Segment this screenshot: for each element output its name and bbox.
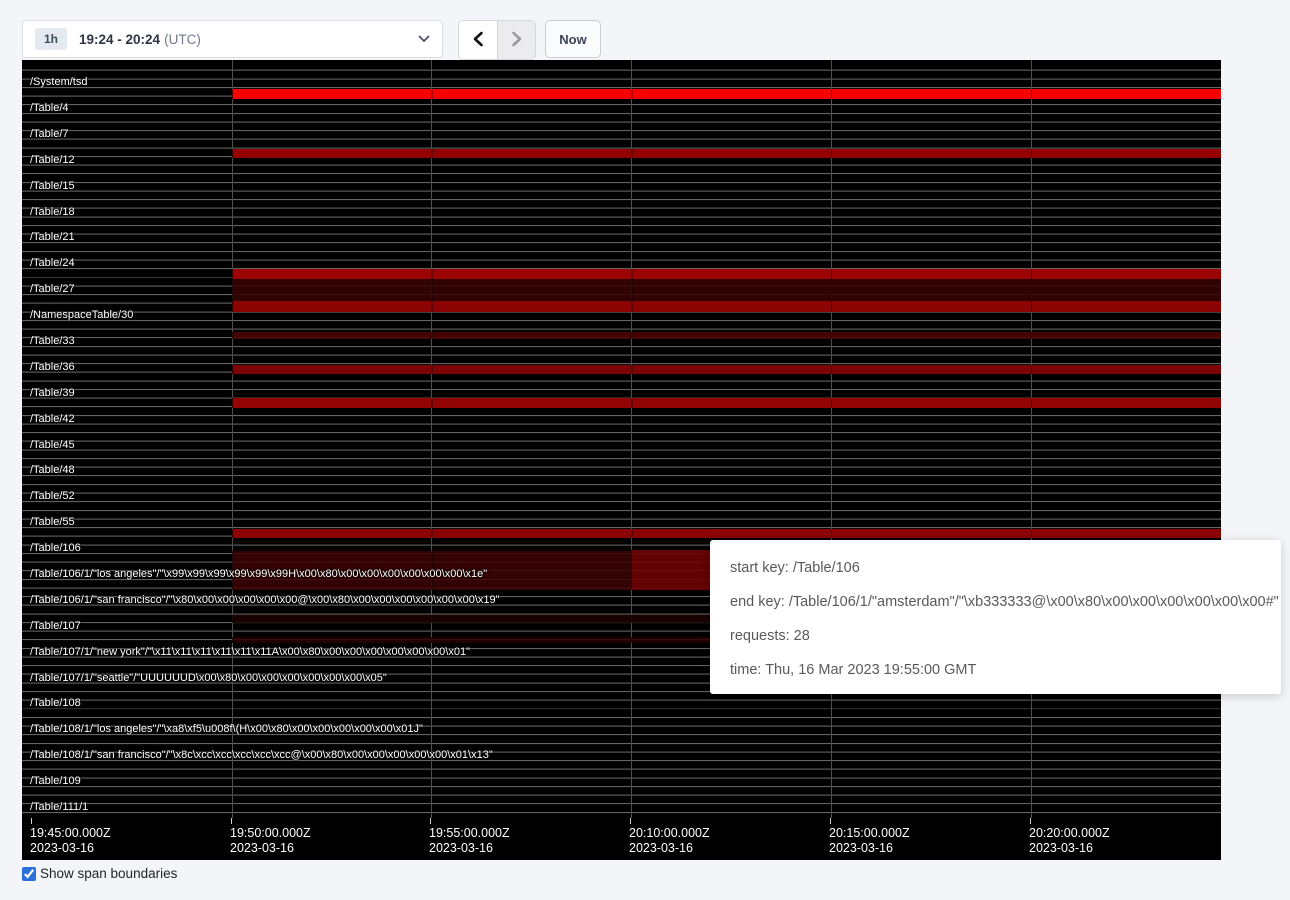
next-range-button[interactable] [497, 21, 535, 59]
time-range-dropdown[interactable]: 1h 19:24 - 20:24 (UTC) [22, 20, 443, 58]
column-gridline [1031, 60, 1032, 818]
time-range-preset-badge: 1h [35, 28, 67, 50]
time-nav-group [458, 20, 536, 60]
x-axis-label: 19:50:00.000Z2023-03-16 [230, 826, 311, 856]
chevron-left-icon [471, 31, 485, 50]
x-axis-time: 20:15:00.000Z [829, 826, 910, 841]
span-label: /Table/21 [30, 231, 75, 243]
heat-band[interactable] [232, 301, 1221, 312]
show-span-boundaries-checkbox[interactable] [22, 867, 36, 881]
x-axis-label: 19:45:00.000Z2023-03-16 [30, 826, 111, 856]
heat-band[interactable] [232, 149, 1221, 158]
x-axis-date: 2023-03-16 [829, 841, 910, 856]
x-axis-time: 19:50:00.000Z [230, 826, 311, 841]
heatmap-chart-area[interactable]: /System/tsd/Table/4/Table/7/Table/12/Tab… [22, 60, 1221, 818]
span-label: /Table/107 [30, 620, 81, 632]
heat-band[interactable] [232, 89, 1221, 99]
x-axis-date: 2023-03-16 [230, 841, 311, 856]
key-visualizer-heatmap[interactable]: /System/tsd/Table/4/Table/7/Table/12/Tab… [22, 60, 1221, 860]
span-label: /Table/12 [30, 154, 75, 166]
x-axis-date: 2023-03-16 [629, 841, 710, 856]
tooltip-line: time: Thu, 16 Mar 2023 19:55:00 GMT [730, 653, 1261, 687]
x-axis-label: 20:20:00.000Z2023-03-16 [1029, 826, 1110, 856]
chevron-down-icon [418, 35, 430, 43]
show-span-boundaries-control[interactable]: Show span boundaries [22, 866, 177, 881]
tooltip-line: requests: 28 [730, 619, 1261, 653]
x-axis-tick-mark [830, 818, 831, 824]
toolbar: 1h 19:24 - 20:24 (UTC) Now [0, 0, 1290, 60]
span-label: /Table/39 [30, 387, 75, 399]
x-axis: 19:45:00.000Z2023-03-1619:50:00.000Z2023… [22, 818, 1221, 860]
x-axis-date: 2023-03-16 [1029, 841, 1110, 856]
span-label: /Table/48 [30, 464, 75, 476]
span-label: /NamespaceTable/30 [30, 309, 133, 321]
span-label: /System/tsd [30, 76, 87, 88]
prev-range-button[interactable] [459, 21, 497, 59]
span-label: /Table/111/1 [30, 801, 88, 813]
span-label: /Table/106/1/"los angeles"/"\x99\x99\x99… [30, 568, 487, 580]
show-span-boundaries-label: Show span boundaries [40, 866, 177, 881]
span-label: /Table/106 [30, 542, 81, 554]
span-label: /Table/4 [30, 102, 69, 114]
x-axis-date: 2023-03-16 [429, 841, 510, 856]
span-label: /Table/107/1/"seattle"/"UUUUUUD\x00\x80\… [30, 672, 387, 684]
heat-band[interactable] [232, 365, 1221, 374]
x-axis-tick-mark [630, 818, 631, 824]
time-range-text: 19:24 - 20:24 [79, 32, 160, 47]
x-axis-tick-mark [31, 818, 32, 824]
x-axis-tick-mark [1030, 818, 1031, 824]
x-axis-label: 19:55:00.000Z2023-03-16 [429, 826, 510, 856]
span-label: /Table/108/1/"san francisco"/"\x8c\xcc\x… [30, 749, 493, 761]
column-gridline [232, 60, 233, 818]
span-label: /Table/33 [30, 335, 75, 347]
column-gridline [631, 60, 632, 818]
x-axis-tick-mark [231, 818, 232, 824]
span-label: /Table/42 [30, 413, 75, 425]
x-axis-time: 20:10:00.000Z [629, 826, 710, 841]
span-label: /Table/45 [30, 439, 75, 451]
span-label: /Table/18 [30, 206, 75, 218]
time-range-zone: (UTC) [164, 32, 201, 47]
span-label: /Table/36 [30, 361, 75, 373]
tooltip-line: end key: /Table/106/1/"amsterdam"/"\xb33… [730, 585, 1261, 619]
x-axis-label: 20:10:00.000Z2023-03-16 [629, 826, 710, 856]
now-button[interactable]: Now [545, 20, 601, 58]
span-label: /Table/109 [30, 775, 81, 787]
heat-band[interactable] [232, 279, 1221, 301]
x-axis-time: 19:55:00.000Z [429, 826, 510, 841]
heat-band[interactable] [232, 269, 1221, 279]
span-label: /Table/108/1/"los angeles"/"\xa8\xf5\u00… [30, 723, 423, 735]
span-tooltip: start key: /Table/106end key: /Table/106… [710, 540, 1281, 694]
span-label: /Table/7 [30, 128, 69, 140]
column-gridline [831, 60, 832, 818]
chevron-right-icon [510, 31, 524, 50]
x-axis-time: 19:45:00.000Z [30, 826, 111, 841]
span-label: /Table/106/1/"san francisco"/"\x80\x00\x… [30, 594, 500, 606]
x-axis-date: 2023-03-16 [30, 841, 111, 856]
x-axis-label: 20:15:00.000Z2023-03-16 [829, 826, 910, 856]
span-label: /Table/24 [30, 257, 75, 269]
span-label: /Table/27 [30, 283, 75, 295]
heat-band[interactable] [232, 332, 1221, 339]
heat-band[interactable] [232, 398, 1221, 408]
span-label: /Table/107/1/"new york"/"\x11\x11\x11\x1… [30, 646, 470, 658]
tooltip-line: start key: /Table/106 [730, 551, 1261, 585]
span-label: /Table/52 [30, 490, 75, 502]
x-axis-tick-mark [430, 818, 431, 824]
heat-band[interactable] [232, 529, 1221, 538]
span-label: /Table/15 [30, 180, 75, 192]
column-gridline [431, 60, 432, 818]
span-label: /Table/55 [30, 516, 75, 528]
span-label: /Table/108 [30, 697, 81, 709]
x-axis-time: 20:20:00.000Z [1029, 826, 1110, 841]
